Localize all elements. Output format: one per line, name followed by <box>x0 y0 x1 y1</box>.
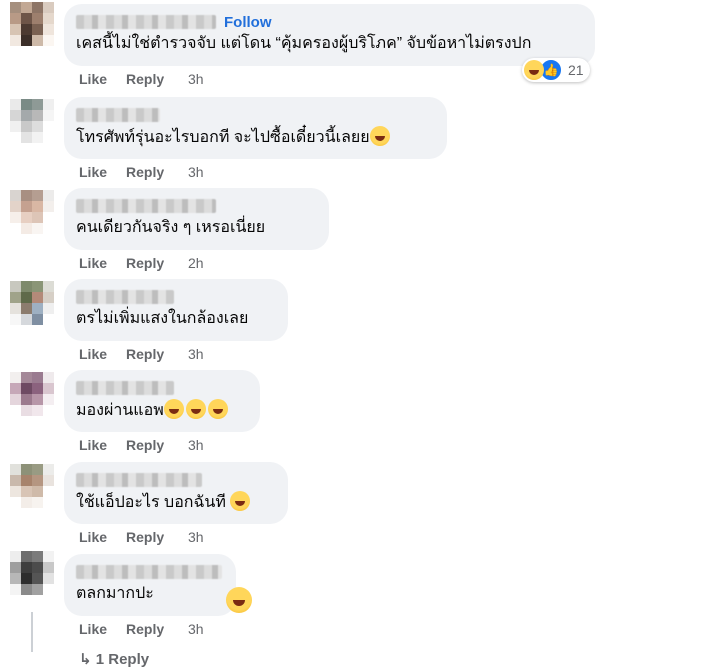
comment-text: มองผ่านแอพ <box>76 402 164 419</box>
comment-bubble: ตรไม่เพิ่มแสงในกล้องเลย <box>64 279 288 341</box>
reply-button[interactable]: Reply <box>126 71 188 87</box>
avatar[interactable] <box>10 2 54 46</box>
avatar[interactable] <box>10 281 54 325</box>
comment-bubble: คนเดียวกันจริง ๆ เหรอเนี่ยย <box>64 188 329 250</box>
reply-button[interactable]: Reply <box>126 346 188 362</box>
reply-button[interactable]: Reply <box>126 529 188 545</box>
commenter-name-blurred[interactable] <box>76 473 202 487</box>
comment-text: โทรศัพท์รุ่นอะไรบอกที จะไปซื้อเดี๋ยวนี้เ… <box>76 129 370 146</box>
avatar[interactable] <box>10 464 54 508</box>
reply-thread-line <box>31 612 33 652</box>
avatar[interactable] <box>10 190 54 234</box>
reaction-count: 21 <box>568 62 584 78</box>
reply-arrow-icon: ↳ <box>79 651 96 668</box>
reply-button[interactable]: Reply <box>126 255 188 271</box>
like-button[interactable]: Like <box>79 529 126 545</box>
comment-text: เคสนี้ไม่ใช่ตำรวจจับ แต่โดน “คุ้มครองผู้… <box>76 35 532 52</box>
laughing-emoji-icon <box>524 60 544 80</box>
comment-timestamp[interactable]: 2h <box>188 255 204 271</box>
comment-bubble: Follow เคสนี้ไม่ใช่ตำรวจจับ แต่โดน “คุ้ม… <box>64 4 595 66</box>
like-button[interactable]: Like <box>79 621 126 637</box>
follow-button[interactable]: Follow <box>224 14 272 31</box>
like-button[interactable]: Like <box>79 255 126 271</box>
commenter-name-blurred[interactable] <box>76 290 174 304</box>
comment-timestamp[interactable]: 3h <box>188 164 204 180</box>
reply-button[interactable]: Reply <box>126 164 188 180</box>
like-button[interactable]: Like <box>79 71 126 87</box>
avatar[interactable] <box>10 99 54 143</box>
comment-text: ตรไม่เพิ่มแสงในกล้องเลย <box>76 310 249 327</box>
comment-timestamp[interactable]: 3h <box>188 529 204 545</box>
like-button[interactable]: Like <box>79 346 126 362</box>
comment-text: ใช้แอ็ปอะไร บอกฉันที <box>76 494 226 511</box>
avatar[interactable] <box>10 551 54 595</box>
laughing-tears-emoji-icon <box>369 126 390 146</box>
comment-text: คนเดียวกันจริง ๆ เหรอเนี่ยย <box>76 219 266 236</box>
like-button[interactable]: Like <box>79 437 126 453</box>
comment-text: ตลกมากปะ <box>76 585 154 602</box>
comment-timestamp[interactable]: 3h <box>188 621 204 637</box>
comment-bubble: โทรศัพท์รุ่นอะไรบอกที จะไปซื้อเดี๋ยวนี้เ… <box>64 97 447 159</box>
grinning-squint-emoji-icon <box>226 587 252 613</box>
reaction-summary[interactable]: 👍 21 <box>522 58 590 82</box>
comment-bubble: มองผ่านแอพ <box>64 370 260 432</box>
reply-button[interactable]: Reply <box>126 621 188 637</box>
commenter-name-blurred[interactable] <box>76 15 216 29</box>
comment-timestamp[interactable]: 3h <box>188 346 204 362</box>
rolling-laughing-emoji-icon <box>230 491 251 511</box>
hand-over-mouth-emoji-icon <box>185 399 206 419</box>
commenter-name-blurred[interactable] <box>76 381 174 395</box>
like-button[interactable]: Like <box>79 164 126 180</box>
hand-over-mouth-emoji-icon <box>163 399 184 419</box>
comment-timestamp[interactable]: 3h <box>188 71 204 87</box>
hand-over-mouth-emoji-icon <box>207 399 228 419</box>
comment-bubble: ใช้แอ็ปอะไร บอกฉันที <box>64 462 288 524</box>
view-replies-link[interactable]: ↳ 1 Reply <box>79 650 149 668</box>
comment-timestamp[interactable]: 3h <box>188 437 204 453</box>
commenter-name-blurred[interactable] <box>76 199 216 213</box>
replies-count: 1 Reply <box>95 651 150 668</box>
commenter-name-blurred[interactable] <box>76 108 160 122</box>
avatar[interactable] <box>10 372 54 416</box>
commenter-name-blurred[interactable] <box>76 565 222 579</box>
reply-button[interactable]: Reply <box>126 437 188 453</box>
comment-bubble: ตลกมากปะ <box>64 554 236 616</box>
